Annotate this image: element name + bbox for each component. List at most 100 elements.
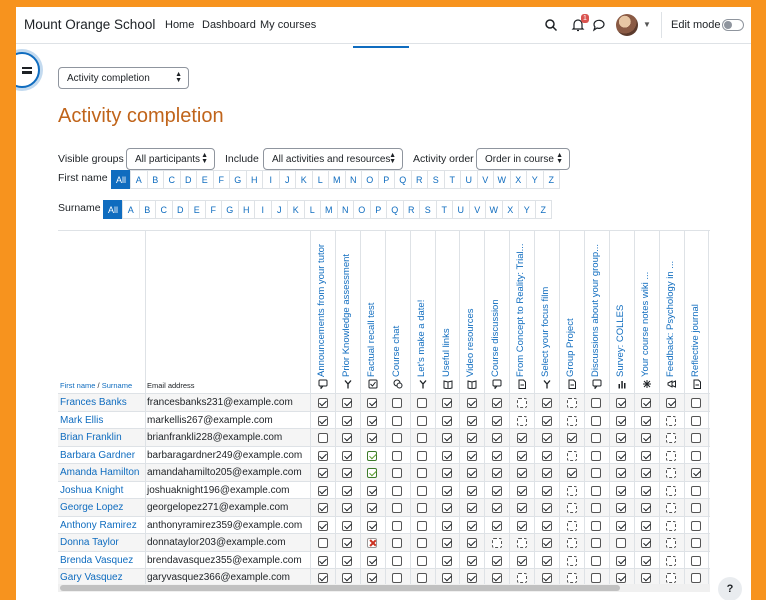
incomplete-checkbox[interactable] [417,538,428,548]
completed-checkbox[interactable] [367,398,378,408]
surname-initial-q[interactable]: Q [386,200,404,219]
activity-link[interactable]: Course chat [391,237,402,377]
first-name-initial-e[interactable]: E [196,170,214,189]
completed-checkbox[interactable] [641,415,652,426]
first-name-initial-t[interactable]: T [443,170,461,189]
completed-checkbox[interactable] [367,573,378,583]
surname-initial-n[interactable]: N [336,200,354,219]
completed-checkbox[interactable] [367,520,378,531]
completed-checkbox[interactable] [641,520,652,531]
completed-checkbox[interactable] [367,503,378,513]
report-selector[interactable]: Activity completion ▲ ▼ [58,67,189,89]
incomplete-checkbox[interactable] [392,573,403,583]
incomplete-checkbox[interactable] [417,573,428,583]
completed-checkbox[interactable] [541,468,552,478]
surname-initial-o[interactable]: O [353,200,371,219]
completed-checkbox[interactable] [491,450,502,461]
completed-checkbox[interactable] [442,398,452,408]
incomplete-checkbox[interactable] [591,485,602,496]
first-name-initial-k[interactable]: K [295,170,313,189]
completed-checkbox[interactable] [367,433,378,443]
completed-checkbox[interactable] [491,433,502,443]
completed-checkbox[interactable] [541,485,552,496]
first-name-initial-w[interactable]: W [493,170,511,189]
completed-checkbox[interactable] [516,555,527,566]
sort-surname-link[interactable]: Surname [102,381,132,390]
incomplete-checkbox[interactable] [691,520,701,531]
first-name-initial-f[interactable]: F [212,170,230,189]
first-name-initial-n[interactable]: N [344,170,362,189]
first-name-initial-i[interactable]: I [262,170,280,189]
activity-link[interactable]: Factual recall test [366,237,377,377]
completed-checkbox[interactable] [541,555,552,566]
chevron-down-icon[interactable]: ▼ [643,20,651,29]
activity-link[interactable]: Survey: COLLES [615,237,626,377]
completed-checkbox[interactable] [541,433,552,443]
surname-initial-w[interactable]: W [485,200,503,219]
surname-initial-v[interactable]: V [468,200,486,219]
surname-initial-l[interactable]: L [303,200,321,219]
incomplete-checkbox[interactable] [392,415,403,426]
first-name-initial-q[interactable]: Q [394,170,412,189]
surname-initial-u[interactable]: U [452,200,470,219]
first-name-initial-r[interactable]: R [410,170,428,189]
first-name-initial-m[interactable]: M [328,170,346,189]
completed-checkbox[interactable] [641,450,652,461]
activity-link[interactable]: Let's make a date! [416,237,427,377]
surname-initial-r[interactable]: R [402,200,420,219]
completed-checkbox[interactable] [491,573,502,583]
incomplete-checkbox[interactable] [417,398,428,408]
incomplete-checkbox[interactable] [392,485,403,496]
completed-checkbox[interactable] [541,573,552,583]
incomplete-checkbox[interactable] [691,538,701,548]
incomplete-checkbox[interactable] [591,398,602,408]
first-name-initial-o[interactable]: O [361,170,379,189]
completed-checkbox[interactable] [641,538,652,548]
activity-link[interactable]: Video resources [465,237,476,377]
incomplete-checkbox[interactable] [591,433,602,443]
incomplete-checkbox[interactable] [317,433,328,443]
activity-link[interactable]: Discussions about your group... [590,237,601,377]
completed-checkbox[interactable] [317,485,328,496]
incomplete-checkbox[interactable] [392,503,403,513]
first-name-initial-x[interactable]: X [509,170,527,189]
activity-link[interactable]: Feedback: Psychology in ... [665,237,676,377]
completed-checkbox[interactable] [641,573,652,583]
first-name-initial-all[interactable]: All [111,170,131,189]
surname-initial-d[interactable]: D [171,200,189,219]
activity-link[interactable]: Announcements from your tutor [316,237,327,377]
incomplete-checkbox[interactable] [417,555,428,566]
surname-initial-z[interactable]: Z [534,200,552,219]
surname-initial-p[interactable]: P [369,200,387,219]
completed-checkbox[interactable] [491,398,502,408]
search-icon[interactable] [544,18,558,32]
nav-dashboard[interactable]: Dashboard [202,19,256,31]
incomplete-checkbox[interactable] [691,503,701,513]
first-name-initial-s[interactable]: S [427,170,445,189]
completed-checkbox[interactable] [516,450,527,461]
completed-checkbox[interactable] [491,468,502,478]
student-name-link[interactable]: Frances Banks [60,397,127,408]
completed-checkbox[interactable] [466,433,477,443]
completed-checkbox[interactable] [616,503,627,513]
completed-checkbox[interactable] [466,485,477,496]
completed-checkbox[interactable] [516,468,527,478]
student-name-link[interactable]: George Lopez [60,502,123,513]
completed-checkbox[interactable] [491,555,502,566]
incomplete-checkbox[interactable] [591,503,602,513]
scrollbar-thumb[interactable] [60,585,620,591]
completed-checkbox[interactable] [616,573,627,583]
incomplete-checkbox[interactable] [392,555,403,566]
activity-link[interactable]: Group Project [565,237,576,377]
activity-link[interactable]: Reflective journal [690,237,701,377]
incomplete-checkbox[interactable] [591,468,602,478]
completed-checkbox[interactable] [317,503,328,513]
completed-checkbox[interactable] [616,450,627,461]
completed-checkbox[interactable] [442,433,452,443]
activity-order-select[interactable]: Order in course ▲ ▼ [476,148,570,170]
completed-checkbox[interactable] [317,555,328,566]
surname-initial-a[interactable]: A [122,200,140,219]
completed-checkbox[interactable] [342,520,353,531]
completed-checkbox[interactable] [541,415,552,426]
completed-checkbox[interactable] [466,538,477,548]
